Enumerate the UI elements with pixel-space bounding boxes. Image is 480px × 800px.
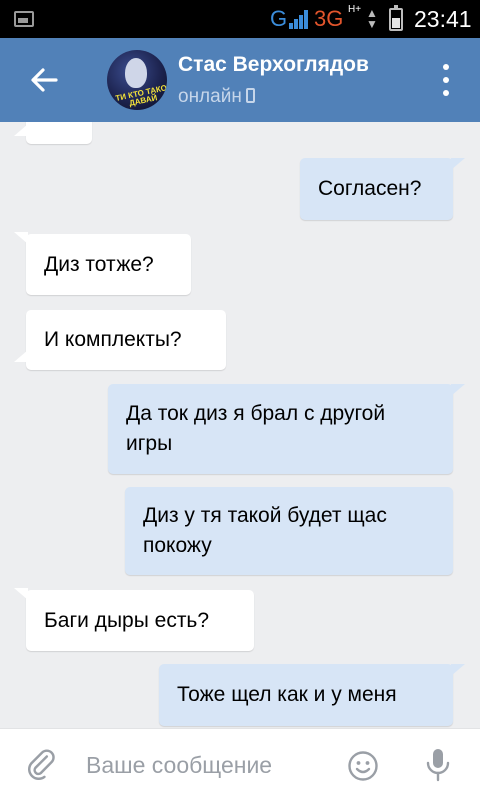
message-composer <box>0 728 480 800</box>
contact-status-label: онлайн <box>178 86 242 107</box>
mobile-phone-icon <box>245 88 255 103</box>
more-menu-button[interactable] <box>436 64 456 96</box>
data-transfer-icon: ▲ ▼ <box>366 6 378 31</box>
contact-status: онлайн <box>178 86 255 108</box>
message-outgoing[interactable]: Согласен? <box>300 158 465 220</box>
smile-icon <box>348 751 378 781</box>
message-list[interactable]: Согласен? Диз тотже? И комплекты? Да ток… <box>0 122 480 728</box>
more-vertical-icon <box>443 64 449 70</box>
message-outgoing[interactable]: Тоже щел как и у меня <box>159 664 465 726</box>
battery-icon <box>389 5 403 31</box>
message-outgoing[interactable]: Да ток диз я брал с другой игры <box>108 384 465 474</box>
message-input[interactable] <box>86 747 336 783</box>
contact-name[interactable]: Стас Верхоглядов <box>178 53 369 77</box>
network-hplus-label: H+ <box>348 4 362 15</box>
message-text: Баги дыры есть? <box>44 608 210 632</box>
message-text: Диз у тя такой будет щас покожу <box>143 504 387 557</box>
signal-bars-icon <box>289 9 311 29</box>
avatar-mask-image <box>125 58 147 88</box>
message-outgoing[interactable]: Диз у тя такой будет щас покожу <box>125 487 453 575</box>
network-3g-label: 3G <box>314 6 344 31</box>
message-text: Согласен? <box>318 177 422 200</box>
message-text: Тоже щел как и у меня <box>177 683 397 706</box>
status-bar: G 3G H+ ▲ ▼ 23:41 <box>0 0 480 38</box>
chat-header: ТИ КТО ТАКОЙ ДАВАЙ Стас Верхоглядов онла… <box>0 38 480 122</box>
message-text: Диз тотже? <box>44 252 154 276</box>
status-time: 23:41 <box>414 6 472 32</box>
microphone-icon <box>426 749 450 782</box>
emoji-button[interactable] <box>347 750 379 782</box>
back-button[interactable] <box>26 62 62 98</box>
arrow-left-icon <box>31 68 58 92</box>
image-notification-icon <box>14 11 34 27</box>
message-incoming[interactable]: Диз тотже? <box>14 232 191 295</box>
message-incoming[interactable] <box>14 122 92 144</box>
avatar[interactable]: ТИ КТО ТАКОЙ ДАВАЙ <box>107 50 167 110</box>
attach-button[interactable] <box>26 749 60 783</box>
message-text: Да ток диз я брал с другой игры <box>126 402 386 455</box>
paperclip-icon <box>28 749 55 780</box>
message-text: И комплекты? <box>44 328 182 351</box>
message-incoming[interactable]: И комплекты? <box>14 310 226 370</box>
network-g-label: G <box>270 6 288 31</box>
message-incoming[interactable]: Баги дыры есть? <box>14 588 254 651</box>
voice-message-button[interactable] <box>425 748 451 782</box>
